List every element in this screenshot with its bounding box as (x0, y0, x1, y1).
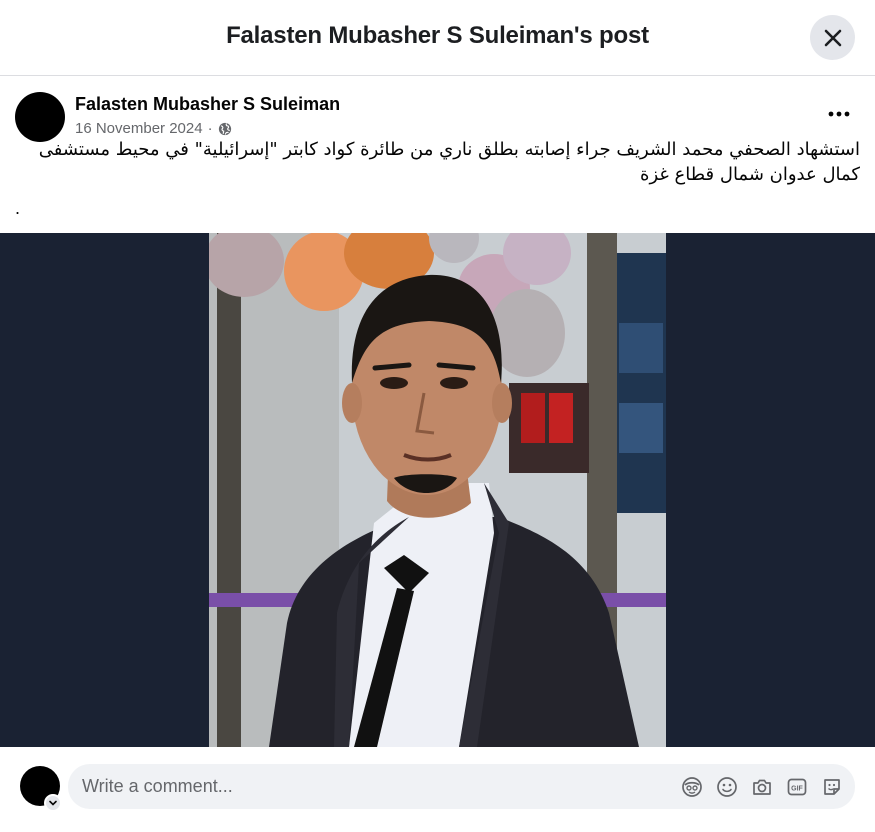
close-button[interactable] (810, 15, 855, 60)
chevron-down-icon (49, 800, 57, 806)
more-options-button[interactable] (822, 100, 856, 128)
gif-icon[interactable]: GIF (785, 775, 809, 799)
post-text: استشهاد الصحفي محمد الشريف جراء إصابته ب… (38, 139, 860, 185)
meta-separator: · (207, 120, 213, 137)
dialog-header: Falasten Mubasher S Suleiman's post (0, 0, 875, 76)
profile-switch-button[interactable] (44, 794, 62, 812)
author-name[interactable]: Falasten Mubasher S Suleiman (75, 94, 340, 115)
photo-illustration (209, 233, 666, 747)
comment-box: GIF (68, 764, 855, 809)
camera-icon[interactable] (750, 775, 774, 799)
svg-text:GIF: GIF (791, 785, 803, 792)
dialog-title: Falasten Mubasher S Suleiman's post (226, 22, 649, 49)
post-media[interactable] (0, 233, 875, 747)
post-header: Falasten Mubasher S Suleiman 16 November… (0, 76, 875, 146)
author-avatar[interactable] (15, 92, 65, 142)
comment-input[interactable] (82, 764, 662, 809)
avatar-sticker-icon[interactable] (680, 775, 704, 799)
post-trailing-dot: . (15, 198, 21, 218)
more-options-icon (828, 111, 850, 117)
sticker-icon[interactable] (820, 775, 844, 799)
comment-bar: GIF (0, 747, 875, 832)
emoji-icon[interactable] (715, 775, 739, 799)
post-photo[interactable] (209, 233, 666, 747)
post-meta: 16 November 2024 · (75, 120, 232, 137)
post-date[interactable]: 16 November 2024 (75, 120, 203, 137)
close-icon (824, 29, 841, 46)
globe-icon[interactable] (218, 122, 232, 136)
